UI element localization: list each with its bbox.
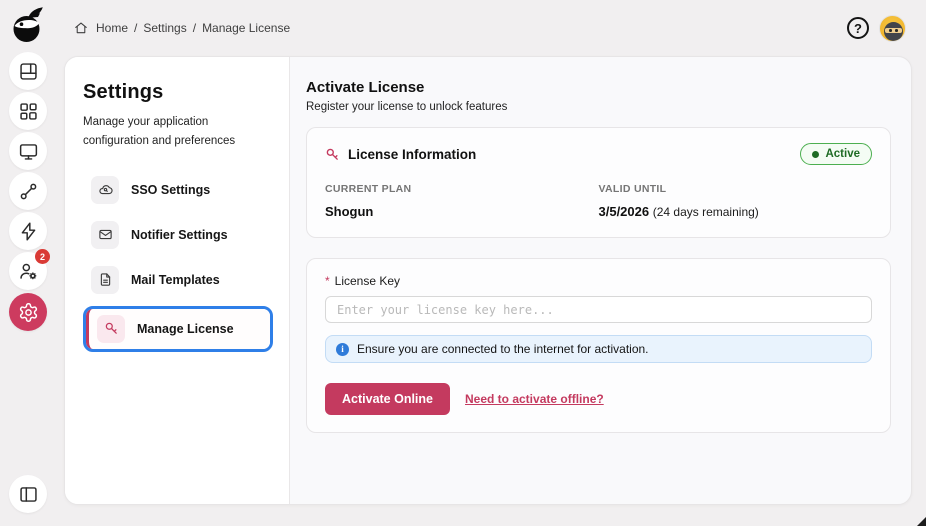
license-key-field-label: * License Key (325, 274, 872, 288)
settings-gear-icon (19, 302, 37, 322)
valid-until-column: VALID UNTIL 3/5/2026 (24 days remaining) (599, 183, 873, 219)
page-title: Activate License (306, 79, 425, 96)
key-icon (326, 148, 338, 160)
app-window: 2 Home / Settings / Manage License ? Set… (0, 0, 926, 526)
license-key-input[interactable] (325, 296, 872, 323)
menu-item-notifier-settings[interactable]: Notifier Settings (83, 216, 273, 254)
question-mark-icon: ? (854, 20, 862, 36)
rail-button-layout[interactable] (9, 52, 47, 90)
home-icon (75, 22, 87, 34)
file-text-icon (91, 265, 119, 294)
menu-item-label: Mail Templates (131, 272, 220, 287)
rail-button-settings-active[interactable] (9, 293, 47, 331)
layout-panels-icon (19, 62, 37, 80)
menu-item-mail-templates[interactable]: Mail Templates (83, 261, 273, 299)
key-icon (97, 314, 125, 343)
mail-icon (91, 220, 119, 249)
avatar-ninja-band (885, 27, 902, 33)
notification-badge: 2 (35, 249, 50, 264)
valid-until-value: 3/5/2026 (24 days remaining) (599, 204, 873, 219)
breadcrumb-home[interactable]: Home (96, 21, 128, 35)
avatar-ninja-eye (895, 29, 898, 32)
menu-item-label: SSO Settings (131, 182, 211, 197)
menu-item-label: Manage License (137, 321, 234, 336)
breadcrumb-separator: / (134, 21, 138, 35)
ninja-logo-icon (13, 7, 43, 42)
current-plan-column: CURRENT PLAN Shogun (325, 183, 599, 219)
breadcrumb-settings[interactable]: Settings (143, 21, 186, 35)
menu-item-manage-license[interactable]: Manage License (86, 308, 270, 349)
menu-item-sso-settings[interactable]: SSO Settings (83, 171, 273, 209)
info-banner: i Ensure you are connected to the intern… (325, 335, 872, 363)
rail-button-actions[interactable] (9, 212, 47, 250)
license-information-card: License Information Active CURRENT PLAN … (306, 127, 891, 238)
rail-button-monitor[interactable] (9, 132, 47, 170)
app-grid-icon (19, 102, 37, 120)
cloud-sso-icon (91, 175, 119, 204)
rail-button-user-management[interactable]: 2 (9, 249, 50, 290)
license-card-header: License Information Active (325, 143, 872, 165)
settings-menu: SSO Settings Notifier Settings Mail Temp… (83, 171, 273, 352)
breadcrumb: Home / Settings / Manage License (64, 21, 290, 35)
brand-logo[interactable] (8, 5, 48, 45)
valid-until-date: 3/5/2026 (598, 204, 650, 219)
top-bar: Home / Settings / Manage License ? (64, 0, 912, 56)
license-card-title: License Information (348, 146, 477, 162)
breadcrumb-separator: / (192, 21, 197, 35)
rail-button-apps[interactable] (9, 92, 47, 130)
activate-offline-link[interactable]: Need to activate offline? (465, 392, 604, 406)
rail-button-panel-toggle[interactable] (9, 475, 47, 513)
help-button[interactable]: ? (847, 17, 869, 39)
topbar-actions: ? (847, 14, 912, 42)
menu-item-manage-license-selection-ring: Manage License (83, 305, 273, 352)
required-marker: * (325, 274, 330, 288)
breadcrumb-current: Manage License (202, 21, 291, 35)
settings-panel-description: Manage your application configuration an… (83, 116, 236, 147)
status-dot-icon (812, 150, 820, 158)
valid-until-label: VALID UNTIL (598, 183, 667, 195)
panel-toggle-icon (19, 486, 37, 502)
menu-item-label: Notifier Settings (131, 227, 228, 242)
icon-rail: 2 (0, 0, 56, 526)
rail-button-pipeline[interactable] (9, 172, 47, 210)
form-actions: Activate Online Need to activate offline… (325, 383, 872, 415)
page-subtitle: Register your license to unlock features (306, 101, 508, 113)
valid-until-note: (24 days remaining) (652, 205, 759, 219)
git-branch-icon (20, 183, 36, 199)
user-avatar[interactable] (879, 14, 906, 42)
activation-form-card: * License Key i Ensure you are connected… (306, 258, 891, 433)
license-key-label-text: License Key (334, 274, 401, 288)
info-icon: i (336, 342, 349, 356)
status-badge: Active (800, 143, 872, 165)
window-resize-grip[interactable] (917, 517, 926, 526)
current-plan-value: Shogun (325, 204, 374, 219)
monitor-icon (19, 143, 37, 160)
content-area: Activate License Register your license t… (290, 57, 911, 504)
zap-icon (21, 221, 35, 241)
avatar-ninja-eye (889, 29, 892, 32)
license-details: CURRENT PLAN Shogun VALID UNTIL 3/5/2026… (325, 183, 872, 219)
main-canvas: Settings Manage your application configu… (64, 56, 912, 505)
activate-online-button[interactable]: Activate Online (325, 383, 450, 415)
user-settings-icon (19, 263, 36, 279)
status-badge-label: Active (825, 148, 860, 160)
settings-nav-panel: Settings Manage your application configu… (65, 57, 290, 504)
current-plan-label: CURRENT PLAN (325, 183, 412, 195)
info-banner-text: Ensure you are connected to the internet… (357, 342, 649, 356)
settings-panel-title: Settings (83, 81, 164, 103)
